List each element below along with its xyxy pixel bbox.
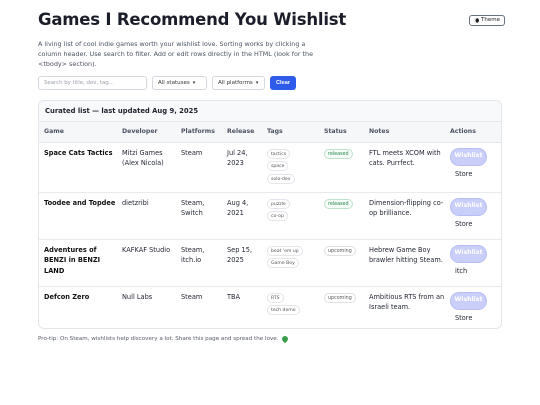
filter-controls: All statuses ▾ All platforms ▾ Clear: [38, 76, 296, 90]
tags-cell: beat 'em up Game Boy: [262, 239, 319, 287]
release-cell: TBA: [227, 292, 241, 301]
notes-cell: Hebrew Game Boy brawler hitting Steam.: [364, 239, 445, 287]
green-heart-icon: [280, 334, 289, 344]
search-input[interactable]: [38, 76, 147, 90]
column-header-developer[interactable]: Developer: [117, 122, 176, 143]
intro-text: A living list of cool indie games worth …: [38, 40, 313, 69]
actions-cell: Wishlist Store: [445, 286, 501, 328]
tag-badge: solo-dev: [267, 173, 295, 184]
column-header-notes[interactable]: Notes: [364, 122, 445, 143]
tag-badge: beat 'em up: [267, 245, 303, 256]
tag-badge: puzzle: [267, 198, 290, 209]
notes-cell: Ambitious RTS from an Israeli team.: [369, 292, 445, 312]
actions-cell: Wishlist itch: [445, 239, 501, 287]
tag-badge: space: [267, 161, 289, 171]
column-header-actions: Actions: [445, 122, 501, 143]
tag-badge: RTS: [267, 292, 284, 303]
table-row: Adventures of BENZI in BENZI LAND KAFKAF…: [39, 239, 501, 287]
platforms-cell: Steam, itch.io: [176, 239, 222, 287]
itch-link[interactable]: itch: [450, 266, 467, 277]
footer-tip: Pro-tip: On Steam, wishlists help discov…: [38, 334, 289, 344]
actions-cell: Wishlist Store: [445, 192, 501, 240]
developer-cell: dietzribi: [117, 192, 176, 240]
games-card: Curated list — last updated Aug 9, 2025 …: [38, 100, 502, 329]
column-header-status[interactable]: Status: [319, 122, 364, 143]
platform-select-value: All platforms: [218, 80, 253, 86]
wishlist-button[interactable]: Wishlist: [450, 291, 487, 310]
tags-cell: tactics space solo-dev: [262, 142, 319, 193]
column-header-tags[interactable]: Tags: [262, 122, 319, 143]
tag-badge: Game Boy: [267, 258, 299, 268]
status-badge: upcoming: [324, 292, 356, 303]
platforms-cell: Steam, Switch: [176, 192, 222, 240]
clear-button[interactable]: Clear: [270, 76, 296, 90]
tag-badge: tech demo: [267, 305, 300, 315]
game-title: Defcon Zero: [44, 292, 90, 301]
wishlist-button[interactable]: Wishlist: [450, 197, 487, 216]
tags-cell: puzzle co-op: [262, 192, 319, 240]
platforms-cell: Steam: [181, 292, 203, 301]
status-select-value: All statuses: [158, 80, 190, 86]
tags-cell: RTS tech demo: [262, 286, 319, 328]
status-cell: upcoming: [319, 286, 364, 328]
release-cell: Jul 24, 2023: [222, 142, 262, 193]
status-badge: released: [324, 148, 353, 159]
status-badge: upcoming: [324, 245, 356, 256]
actions-cell: Wishlist Store: [445, 142, 501, 193]
footer-text: Pro-tip: On Steam, wishlists help discov…: [38, 336, 279, 342]
table-row: Space Cats Tactics Mitzi Games (Alex Nic…: [39, 142, 501, 193]
developer-cell: KAFKAF Studio: [117, 239, 176, 287]
theme-toggle-button[interactable]: Theme: [469, 15, 505, 26]
platform-select[interactable]: All platforms ▾: [212, 76, 265, 90]
page-title: Games I Recommend You Wishlist: [38, 10, 347, 29]
wishlist-button[interactable]: Wishlist: [450, 244, 487, 263]
notes-cell: FTL meets XCOM with cats. Purrfect.: [364, 142, 445, 193]
table-caption: Curated list — last updated Aug 9, 2025: [39, 101, 501, 122]
platforms-cell: Steam: [176, 142, 222, 193]
column-header-release[interactable]: Release: [222, 122, 262, 143]
tag-badge: co-op: [267, 211, 288, 221]
wishlist-button[interactable]: Wishlist: [450, 147, 487, 166]
tag-badge: tactics: [267, 148, 291, 159]
developer-cell: Mitzi Games (Alex Nicola): [117, 142, 176, 193]
store-link[interactable]: Store: [450, 313, 472, 324]
theme-label: Theme: [481, 17, 500, 23]
column-header-platforms[interactable]: Platforms: [176, 122, 222, 143]
table-row: Toodee and Topdee dietzribi Steam, Switc…: [39, 192, 501, 240]
chevron-down-icon: ▾: [255, 80, 259, 86]
developer-cell: Null Labs: [122, 292, 153, 301]
release-cell: Sep 15, 2025: [222, 239, 262, 287]
store-link[interactable]: Store: [450, 169, 472, 180]
column-header-game[interactable]: Game: [39, 122, 117, 143]
store-link[interactable]: Store: [450, 219, 472, 230]
moon-icon: [474, 18, 479, 23]
table-row: Defcon Zero Null Labs Steam TBA RTS tech…: [39, 286, 501, 328]
notes-cell: Dimension-flipping co-op brilliance.: [364, 192, 445, 240]
game-title: Space Cats Tactics: [39, 142, 117, 193]
status-cell: released: [319, 192, 364, 240]
status-cell: upcoming: [319, 239, 364, 287]
games-table: Game Developer Platforms Release Tags St…: [39, 122, 501, 328]
release-cell: Aug 4, 2021: [222, 192, 262, 240]
table-header-row: Game Developer Platforms Release Tags St…: [39, 122, 501, 143]
status-select[interactable]: All statuses ▾: [152, 76, 207, 90]
chevron-down-icon: ▾: [192, 80, 196, 86]
status-badge: released: [324, 198, 353, 209]
game-title: Adventures of BENZI in BENZI LAND: [39, 239, 117, 287]
status-cell: released: [319, 142, 364, 193]
game-title: Toodee and Topdee: [39, 192, 117, 240]
